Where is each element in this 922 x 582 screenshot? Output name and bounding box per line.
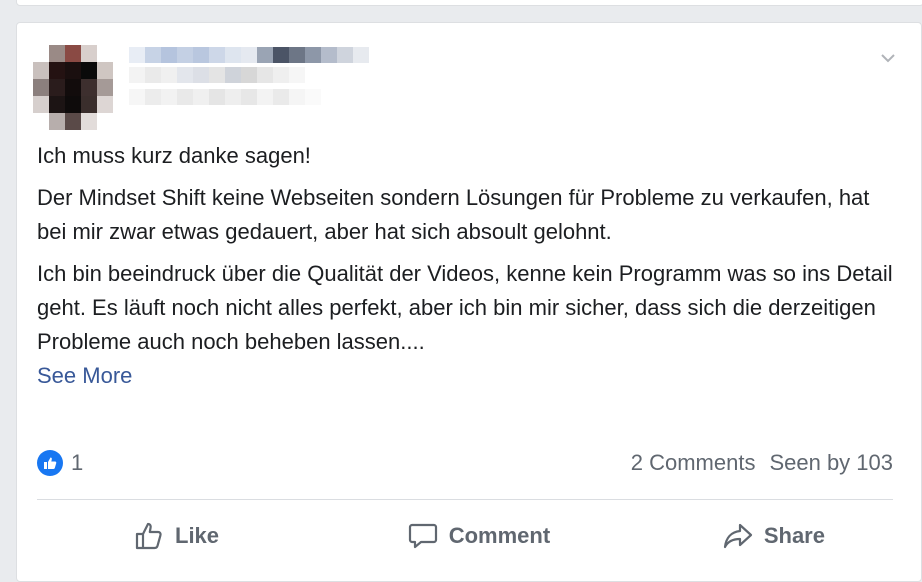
- speech-bubble-icon: [407, 520, 439, 552]
- like-count: 1: [71, 450, 84, 475]
- like-button[interactable]: Like: [37, 511, 275, 561]
- like-label: Like: [175, 523, 220, 548]
- author-name-blurred[interactable]: [129, 47, 369, 63]
- chevron-down-icon[interactable]: [879, 49, 897, 67]
- comment-button[interactable]: Comment: [347, 511, 610, 561]
- post-timestamp-blurred[interactable]: [129, 67, 305, 83]
- seen-by-link[interactable]: Seen by 103: [769, 450, 893, 476]
- post-paragraph: Der Mindset Shift keine Webseiten sonder…: [37, 185, 870, 244]
- post-header: [17, 23, 387, 133]
- share-button[interactable]: Share: [682, 511, 893, 561]
- share-arrow-icon: [722, 520, 754, 552]
- see-more-link[interactable]: See More: [37, 359, 132, 393]
- avatar[interactable]: [33, 45, 113, 131]
- share-label: Share: [763, 523, 825, 548]
- comments-count-link[interactable]: 2 Comments: [631, 450, 756, 476]
- post-body: Ich muss kurz danke sagen! Der Mindset S…: [37, 139, 897, 393]
- divider: [37, 499, 893, 500]
- post-meta-blurred: [129, 89, 321, 105]
- thumbs-up-outline-icon: [133, 520, 165, 552]
- post-actions: Like Comment Share: [37, 511, 893, 561]
- post-paragraph: Ich muss kurz danke sagen!: [37, 143, 311, 168]
- post-card: Ich muss kurz danke sagen! Der Mindset S…: [16, 22, 922, 582]
- thumbs-up-icon: [37, 450, 63, 476]
- comment-label: Comment: [448, 523, 551, 548]
- reactions-summary[interactable]: 1: [37, 450, 83, 476]
- post-stats: 1 2 Comments Seen by 103: [37, 443, 893, 483]
- previous-post-card-edge: [16, 0, 922, 6]
- post-paragraph: Ich bin beeindruck über die Qualität der…: [37, 261, 893, 354]
